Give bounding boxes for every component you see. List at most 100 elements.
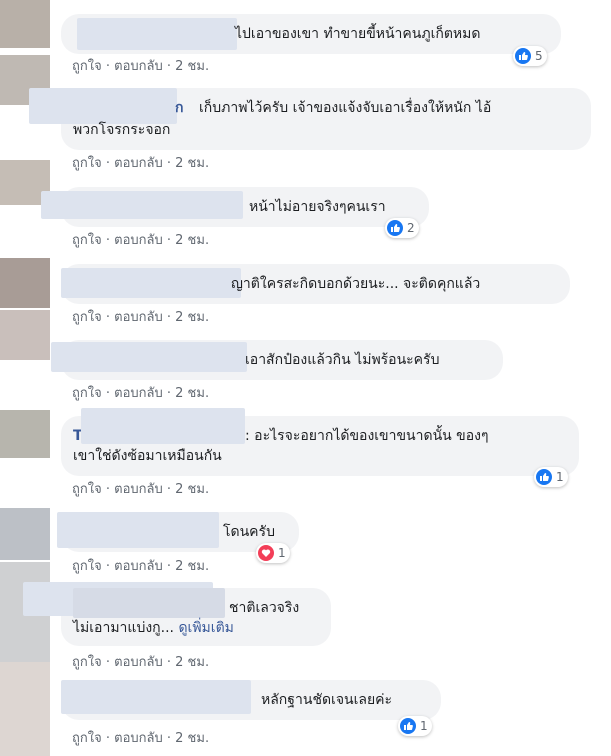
comment-text: เขาใช่ดังซ้อมาเหมือนกัน [73,448,222,464]
like-link[interactable]: ถูกใจ [72,156,102,171]
reply-link[interactable]: ตอบกลับ [114,655,163,670]
like-icon [515,48,531,64]
like-link[interactable]: ถูกใจ [72,386,102,401]
see-more-link[interactable]: ดูเพิ่มเติม [178,620,233,636]
timestamp[interactable]: 2 ชม. [175,386,209,401]
like-icon [536,469,552,485]
comment-bubble: หลักฐานชัดเจนเลยค่ะ [61,680,441,720]
reaction-number: 1 [556,470,564,484]
comment-text: ไปเอาของเขา ทำขายขี้หน้าคนภูเก็ตหมด [235,26,481,42]
blurred-name [77,18,237,50]
reaction-count[interactable]: 5 [513,46,547,66]
reply-link[interactable]: ตอบกลับ [114,731,163,746]
separator: · [105,655,110,670]
comment-actions: ถูกใจ · ตอบกลับ · 2 ชม. [72,651,209,672]
comment-text: ชาติเลวจริง [229,600,300,616]
reply-link[interactable]: ตอบกลับ [114,386,163,401]
reply-link[interactable]: ตอบกลับ [114,59,163,74]
comment-text: ญาติใครสะกิดบอกด้วยนะ... จะติดคุกแล้ว [231,276,481,292]
comment-text: พวกโจรกระจอก [73,122,171,138]
separator: · [166,482,172,497]
comment-bubble: ก เก็บภาพไว้ครับ เจ้าของแจ้งจับเอาเรื่อง… [29,88,591,150]
separator: · [166,731,172,746]
like-link[interactable]: ถูกใจ [72,482,102,497]
reply-link[interactable]: ตอบกลับ [114,156,163,171]
comment-bubble: เอาสักป๋องแล้วกิน ไม่พร้อนะครับ [51,340,503,380]
comment-bubble: ญาติใครสะกิดบอกด้วยนะ... จะติดคุกแล้ว [61,264,570,304]
timestamp[interactable]: 2 ชม. [175,731,209,746]
comment-actions: ถูกใจ · ตอบกลับ · 2 ชม. [72,555,209,576]
separator: · [105,233,110,248]
timestamp[interactable]: 2 ชม. [175,482,209,497]
comment-text: หน้าไม่อายจริงๆคนเรา [249,199,386,215]
separator: · [105,386,110,401]
reaction-count[interactable]: 1 [398,716,432,736]
avatar[interactable] [0,310,50,360]
reaction-count[interactable]: 1 [256,543,290,563]
reaction-count[interactable]: 1 [534,467,568,487]
like-icon [387,220,403,236]
timestamp[interactable]: 2 ชม. [175,559,209,574]
reply-link[interactable]: ตอบกลับ [114,559,163,574]
separator: · [166,59,172,74]
comment-text: ไม่เอามาแบ่งกู... [73,620,174,636]
separator: · [105,59,110,74]
like-link[interactable]: ถูกใจ [72,655,102,670]
blurred-name [57,512,219,548]
separator: · [166,156,172,171]
comment-text: เอาสักป๋องแล้วกิน ไม่พร้อนะครับ [245,352,440,368]
reply-link[interactable]: ตอบกลับ [114,310,163,325]
timestamp[interactable]: 2 ชม. [175,156,209,171]
reaction-number: 1 [278,546,286,560]
like-link[interactable]: ถูกใจ [72,559,102,574]
comment-actions: ถูกใจ · ตอบกลับ · 2 ชม. [72,382,209,403]
blurred-name [29,88,177,124]
comment-bubble: ชาติเลวจริง ไม่เอามาแบ่งกู... ดูเพิ่มเติ… [23,582,331,646]
blurred-name [51,342,247,372]
like-link[interactable]: ถูกใจ [72,233,102,248]
separator: · [166,386,172,401]
comment-actions: ถูกใจ · ตอบกลับ · 2 ชม. [72,229,209,250]
comment-actions: ถูกใจ · ตอบกลับ · 2 ชม. [72,478,209,499]
avatar[interactable] [0,410,50,458]
like-link[interactable]: ถูกใจ [72,310,102,325]
comment-text: ไม่เอามาแบ่งกู... ดูเพิ่มเติม [73,618,234,638]
blurred-name [61,680,251,714]
separator: · [105,156,110,171]
avatar[interactable] [0,258,50,308]
separator: · [166,655,172,670]
like-link[interactable]: ถูกใจ [72,59,102,74]
avatar[interactable] [0,662,50,756]
reaction-count[interactable]: 2 [385,218,419,238]
timestamp[interactable]: 2 ชม. [175,59,209,74]
reply-link[interactable]: ตอบกลับ [114,233,163,248]
comment-actions: ถูกใจ · ตอบกลับ · 2 ชม. [72,55,209,76]
separator: · [166,233,172,248]
comment-actions: ถูกใจ · ตอบกลับ · 2 ชม. [72,306,209,327]
comment-actions: ถูกใจ · ตอบกลับ · 2 ชม. [72,727,209,748]
comment-text: : อะไรจะอยากได้ของเขาขนาดนั้น ของๆ [245,428,489,444]
author-name[interactable]: ก [175,98,183,118]
comment-actions: ถูกใจ · ตอบกลับ · 2 ชม. [72,152,209,173]
separator: · [105,559,110,574]
comment-bubble: T : อะไรจะอยากได้ของเขาขนาดนั้น ของๆ เขา… [61,408,579,476]
separator: · [105,482,110,497]
like-icon [400,718,416,734]
timestamp[interactable]: 2 ชม. [175,310,209,325]
comment-text: โดนครับ [223,524,275,540]
reaction-number: 5 [535,49,543,63]
comment-text: หลักฐานชัดเจนเลยค่ะ [261,692,393,708]
blurred-name [73,588,225,618]
avatar[interactable] [0,508,50,560]
reaction-number: 2 [407,221,415,235]
separator: · [166,559,172,574]
comment-bubble: หน้าไม่อายจริงๆคนเรา [41,187,429,227]
timestamp[interactable]: 2 ชม. [175,655,209,670]
like-link[interactable]: ถูกใจ [72,731,102,746]
timestamp[interactable]: 2 ชม. [175,233,209,248]
reply-link[interactable]: ตอบกลับ [114,482,163,497]
avatar[interactable] [0,0,50,48]
heart-icon [258,545,274,561]
reaction-number: 1 [420,719,428,733]
blurred-name [81,408,245,444]
